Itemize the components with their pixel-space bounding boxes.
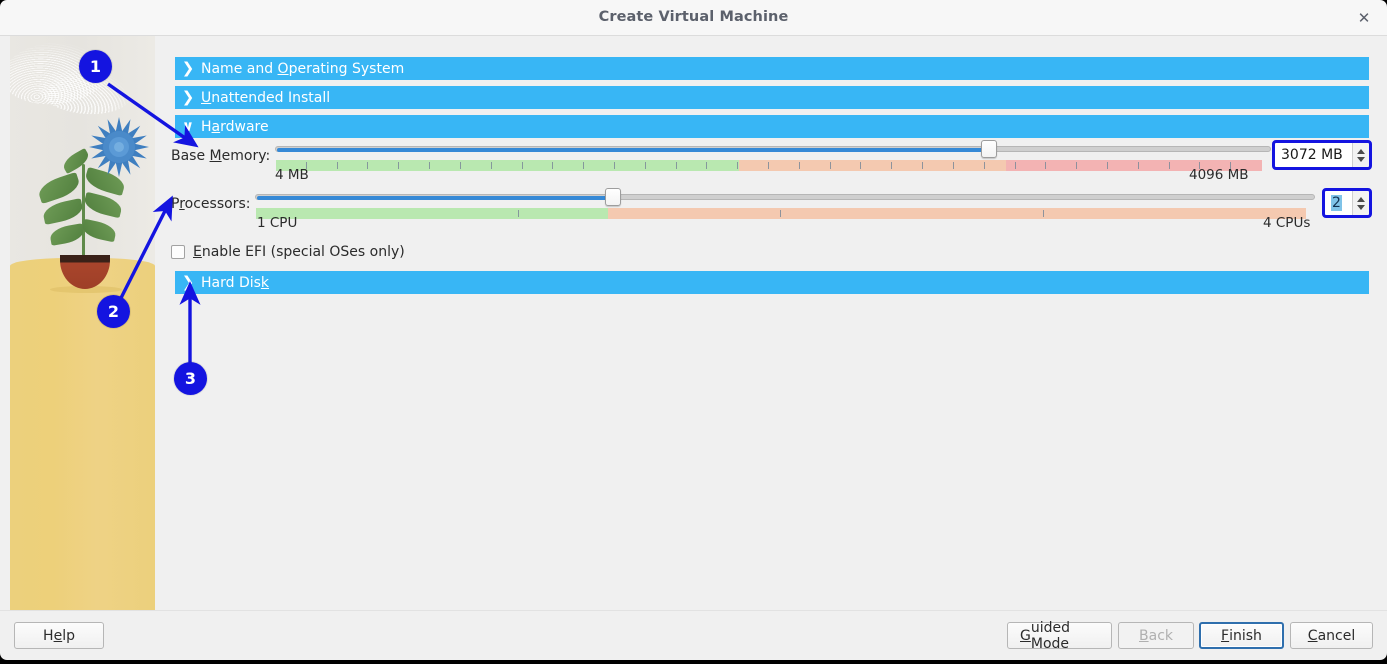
section-header-hard-disk[interactable]: ❯ Hard Disk xyxy=(175,271,1369,294)
processors-value[interactable]: 2 xyxy=(1331,195,1342,211)
scale-segment xyxy=(256,208,608,219)
enable-efi-checkbox-row[interactable]: Enable EFI (special OSes only) xyxy=(171,244,405,260)
section-label-accel: a xyxy=(211,118,221,135)
processors-value-wrap[interactable]: 2 xyxy=(1325,191,1352,215)
base-memory-slider-fill xyxy=(277,148,993,152)
processors-spin-buttons[interactable] xyxy=(1352,191,1369,215)
processors-slider-handle[interactable] xyxy=(604,188,621,206)
illustration-floor xyxy=(10,258,155,610)
section-label: Name and Operating System xyxy=(201,61,404,77)
section-label-pre: Hard Dis xyxy=(201,274,261,291)
section-label-accel: U xyxy=(201,89,212,106)
processors-max-caption: 4 CPUs xyxy=(1263,215,1311,231)
window-titlebar: Create Virtual Machine ✕ xyxy=(0,0,1387,36)
illustration-flower xyxy=(89,117,149,177)
spin-down-icon[interactable] xyxy=(1357,204,1365,210)
section-label-accel: O xyxy=(277,60,289,77)
processors-spinbox[interactable]: 2 xyxy=(1322,188,1372,218)
section-label-accel: k xyxy=(260,274,270,291)
processors-min-caption: 1 CPU xyxy=(257,215,298,231)
section-label-post: perating System xyxy=(288,60,405,77)
window-title: Create Virtual Machine xyxy=(598,9,789,25)
section-header-unattended-install[interactable]: ❯ Unattended Install xyxy=(175,86,1369,109)
section-label: Hardware xyxy=(201,119,269,135)
section-header-hardware[interactable]: ∨ Hardware xyxy=(175,115,1369,138)
scale-segment xyxy=(607,208,1306,219)
base-memory-slider-handle[interactable] xyxy=(980,140,997,158)
illustration-stem xyxy=(82,164,85,264)
close-icon[interactable]: ✕ xyxy=(1355,10,1373,28)
base-memory-value[interactable]: 3072 MB xyxy=(1275,143,1352,167)
base-memory-slider-groove[interactable] xyxy=(275,146,1271,152)
annotation-marker-1: 1 xyxy=(79,50,112,83)
section-label-post: nattended Install xyxy=(211,89,331,106)
processors-slider-fill xyxy=(257,196,612,200)
annotation-marker-2: 2 xyxy=(97,295,130,328)
base-memory-slider[interactable] xyxy=(275,140,1271,172)
chevron-right-icon: ❯ xyxy=(181,273,195,291)
processors-slider-groove[interactable] xyxy=(255,194,1315,200)
section-header-name-and-operating-system[interactable]: ❯ Name and Operating System xyxy=(175,57,1369,80)
chevron-right-icon: ❯ xyxy=(181,88,195,106)
section-label: Unattended Install xyxy=(201,90,330,106)
spin-down-icon[interactable] xyxy=(1357,156,1365,162)
main-panel: ❯ Name and Operating System ❯ Unattended… xyxy=(165,36,1377,610)
create-virtual-machine-dialog: Create Virtual Machine ✕ ❯ Name and Oper… xyxy=(0,0,1387,664)
processors-scale-bar xyxy=(256,208,1306,219)
section-label: Hard Disk xyxy=(201,275,269,291)
processors-label: Processors: xyxy=(171,196,251,212)
annotation-marker-3: 3 xyxy=(174,362,207,395)
spin-up-icon[interactable] xyxy=(1357,148,1365,154)
dialog-footer: He lp Guided Mode Back Finish Cancel xyxy=(0,610,1387,660)
finish-button[interactable]: Finish xyxy=(1199,622,1284,649)
chevron-down-icon: ∨ xyxy=(181,117,195,135)
base-memory-label: Base Memory: xyxy=(171,148,271,164)
scale-segment xyxy=(276,160,740,171)
cancel-button[interactable]: Cancel xyxy=(1290,622,1373,649)
enable-efi-checkbox[interactable] xyxy=(171,245,185,259)
base-memory-spin-buttons[interactable] xyxy=(1352,143,1369,167)
spin-up-icon[interactable] xyxy=(1357,196,1365,202)
guided-mode-button[interactable]: Guided Mode xyxy=(1007,620,1112,652)
help-button[interactable]: He lp xyxy=(14,622,104,649)
base-memory-scale-bar xyxy=(276,160,1262,171)
processors-slider[interactable] xyxy=(255,188,1315,220)
section-label-pre: Name and xyxy=(201,60,278,77)
sidebar-illustration xyxy=(10,36,155,610)
scale-segment xyxy=(739,160,1006,171)
dialog-body: ❯ Name and Operating System ❯ Unattended… xyxy=(0,36,1387,610)
base-memory-min-caption: 4 MB xyxy=(275,167,309,183)
section-label-pre: H xyxy=(201,118,212,135)
section-label-post: rdware xyxy=(220,118,269,135)
chevron-right-icon: ❯ xyxy=(181,59,195,77)
enable-efi-label: Enable EFI (special OSes only) xyxy=(193,244,405,260)
back-button[interactable]: Back xyxy=(1118,622,1194,649)
base-memory-spinbox[interactable]: 3072 MB xyxy=(1272,140,1372,170)
base-memory-max-caption: 4096 MB xyxy=(1189,167,1249,183)
